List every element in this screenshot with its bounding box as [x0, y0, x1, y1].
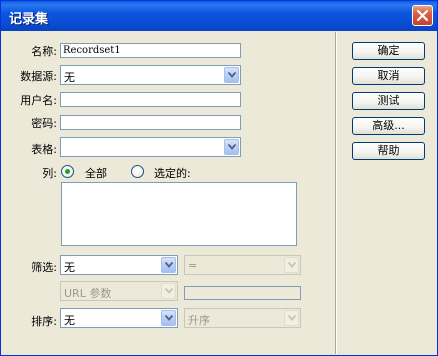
columns-listbox[interactable]	[61, 182, 297, 246]
filter-dropdown-button[interactable]	[161, 257, 176, 273]
filter-operator-select[interactable]: =	[184, 255, 301, 275]
sort-label: 排序:	[31, 315, 57, 328]
filter-source-select[interactable]: URL 参数	[60, 281, 178, 301]
datasource-dropdown-button[interactable]	[224, 67, 239, 83]
sort-order-dropdown-button[interactable]	[284, 310, 299, 326]
username-input[interactable]	[60, 92, 241, 107]
table-label: 表格:	[31, 143, 57, 156]
filter-param-input[interactable]	[184, 286, 301, 300]
sort-order-value: 升序	[188, 314, 210, 327]
close-icon	[417, 10, 428, 21]
cancel-button[interactable]: 取消	[352, 67, 425, 85]
password-label: 密码:	[31, 117, 57, 130]
dialog-window: 记录集 名称: Recordset1 数据源: 无 用户名: 密码: 表格: 列…	[0, 0, 438, 356]
close-button[interactable]	[412, 5, 433, 26]
chevron-down-icon	[288, 315, 296, 321]
chevron-down-icon	[228, 144, 236, 150]
columns-all-label[interactable]: 全部	[85, 165, 107, 181]
filter-label: 筛选:	[31, 261, 57, 274]
sort-order-select[interactable]: 升序	[184, 308, 301, 328]
chevron-down-icon	[165, 315, 173, 321]
columns-all-radio[interactable]	[61, 165, 74, 178]
title-bar[interactable]: 记录集	[1, 1, 437, 31]
columns-selected-label[interactable]: 选定的:	[154, 165, 191, 181]
datasource-select[interactable]: 无	[60, 65, 241, 85]
advanced-button[interactable]: 高级...	[352, 117, 425, 135]
ok-button[interactable]: 确定	[352, 42, 425, 60]
name-input[interactable]: Recordset1	[60, 43, 241, 58]
chevron-down-icon	[228, 72, 236, 78]
chevron-down-icon	[288, 262, 296, 268]
filter-operator-value: =	[188, 259, 198, 272]
datasource-value: 无	[64, 71, 75, 84]
filter-operator-dropdown-button[interactable]	[284, 257, 299, 273]
vertical-separator	[335, 32, 337, 354]
columns-selected-radio[interactable]	[131, 165, 144, 178]
table-select[interactable]	[60, 137, 241, 157]
filter-select[interactable]: 无	[60, 255, 178, 275]
sort-dropdown-button[interactable]	[161, 310, 176, 326]
filter-source-dropdown-button[interactable]	[161, 283, 176, 299]
sort-value: 无	[64, 314, 75, 327]
help-button[interactable]: 帮助	[352, 142, 425, 160]
columns-label: 列:	[42, 167, 57, 180]
filter-source-value: URL 参数	[64, 287, 112, 300]
sort-select[interactable]: 无	[60, 308, 178, 328]
window-title: 记录集	[9, 12, 49, 27]
table-dropdown-button[interactable]	[224, 139, 239, 155]
datasource-label: 数据源:	[20, 70, 57, 83]
radio-selected-dot	[65, 169, 70, 174]
password-input[interactable]	[60, 115, 241, 130]
test-button[interactable]: 测试	[352, 92, 425, 110]
username-label: 用户名:	[20, 94, 57, 107]
name-label: 名称:	[31, 45, 57, 58]
chevron-down-icon	[165, 288, 173, 294]
chevron-down-icon	[165, 262, 173, 268]
filter-value: 无	[64, 261, 75, 274]
